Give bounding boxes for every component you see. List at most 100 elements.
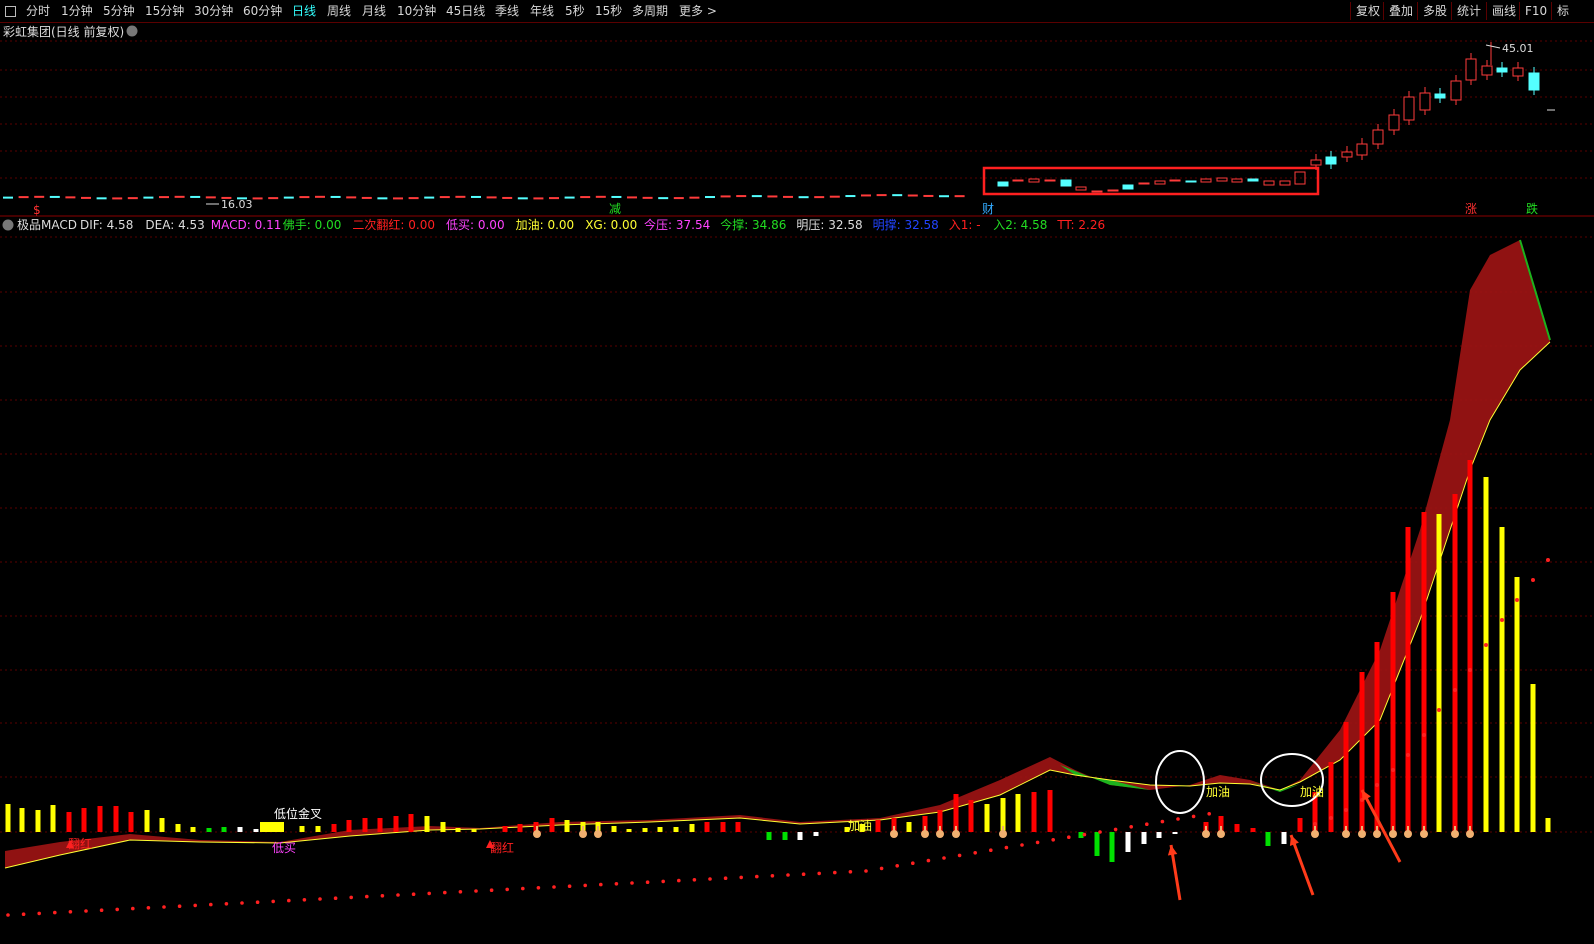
candle-10: [159, 196, 169, 199]
tt-dot-59: [926, 858, 931, 863]
indicator-value-8: 今压: 37.54: [644, 217, 710, 232]
candle-21: [330, 195, 341, 198]
signal-label-6: 加油: [1300, 785, 1324, 799]
hand-finger-1: [582, 826, 584, 832]
box-candle-4: [1060, 179, 1072, 187]
candle-37: [580, 196, 591, 199]
tail-candle-8: [1434, 93, 1446, 99]
price-marker-4: 跌: [1526, 201, 1538, 216]
macd-bar-25: [408, 814, 414, 832]
hand-finger-9: [1220, 826, 1222, 832]
tail-candle-11: [1481, 65, 1493, 76]
tt-dot-36: [567, 884, 572, 888]
title-dropdown-icon: [126, 25, 138, 37]
tt-dot-tail-12: [1500, 618, 1504, 622]
box-candle-10: [1154, 180, 1166, 185]
macd-bar-62: [1031, 792, 1037, 832]
tt-dot-tail-13: [1515, 598, 1519, 602]
indicator-name: 极品MACD: [17, 218, 77, 232]
indicator-value-11: 明撑: 32.58: [873, 217, 939, 232]
candle-40: [627, 196, 637, 199]
macd-bar-84: [1405, 527, 1411, 832]
macd-bar-54: [906, 822, 912, 832]
macd-bar-39: [642, 828, 648, 832]
box-candle-1: [1012, 179, 1024, 182]
hand-finger-0: [536, 826, 538, 832]
candle-22: [346, 196, 357, 199]
macd-bar-12: [190, 827, 196, 832]
tail-candle-0: [1310, 159, 1322, 166]
tt-dot-17: [271, 899, 276, 904]
tt-dot-57: [895, 864, 899, 868]
tt-dot-50: [786, 873, 790, 877]
candle-13: [205, 196, 216, 199]
tt-dot-66: [1035, 840, 1040, 845]
candle-0: [3, 196, 13, 199]
macd-indicator-chart: [4, 239, 1551, 917]
hand-finger-2: [597, 826, 599, 832]
candle-17: [268, 197, 279, 200]
candle-20: [315, 195, 325, 198]
tt-dot-tail-1: [1329, 816, 1333, 820]
macd-bar-6: [97, 806, 103, 832]
box-candle-2: [1028, 178, 1040, 183]
tt-dot-67: [1051, 838, 1055, 842]
low-price-label: 16.03: [221, 198, 253, 211]
price-marker-0: $: [33, 203, 41, 217]
tt-dot-11: [177, 904, 182, 908]
tt-dot-41: [645, 880, 650, 884]
macd-bar-90: [1499, 527, 1505, 832]
tt-dot-65: [1020, 843, 1024, 847]
tt-dot-21: [333, 896, 338, 900]
macd-bar-8: [128, 812, 134, 832]
candle-26: [408, 197, 419, 200]
macd-bar-63: [1047, 790, 1053, 832]
box-candle-6: [1091, 190, 1103, 193]
tt-dot-53: [833, 870, 837, 875]
tt-dot-tail-15: [1546, 558, 1550, 562]
macd-bar-3: [50, 805, 56, 832]
indicator-value-7: XG: 0.00: [585, 218, 637, 232]
macd-bar-85: [1421, 512, 1427, 832]
tt-dot-22: [349, 895, 354, 900]
macd-bar-4: [66, 812, 72, 832]
tt-dot-32: [505, 887, 510, 892]
candle-23: [361, 196, 372, 199]
macd-bar-11: [175, 824, 181, 832]
candle-58: [907, 194, 918, 197]
macd-bar-80: [1343, 722, 1349, 832]
tt-dot-1: [21, 912, 26, 916]
tt-dot-10: [162, 905, 166, 909]
macd-bar-43: [704, 822, 710, 832]
stock-chart-area[interactable]: 彩虹集团(日线 前复权) 45.01 16.03 $ 减 财 涨 跌极品MACD DIF: 4.…: [0, 0, 1594, 944]
indicator-value-10: 明压: 32.58: [796, 218, 862, 232]
tail-candle-7: [1419, 92, 1431, 111]
candle-60: [939, 195, 949, 198]
macd-bar-38: [626, 829, 632, 832]
macd-bar-18: [299, 826, 305, 832]
candle-30: [471, 195, 481, 198]
candle-47: [736, 195, 747, 198]
tt-dot-60: [942, 856, 946, 860]
tt-dot-25: [396, 893, 400, 897]
box-candle-7: [1107, 189, 1119, 192]
candle-32: [502, 196, 513, 199]
candle-27: [424, 196, 435, 199]
tt-dot-24: [380, 894, 385, 898]
candle-8: [127, 197, 138, 200]
indicator-value-0: DIF: 4.58: [80, 218, 133, 232]
tt-dot-6: [99, 908, 104, 912]
candle-48: [751, 195, 762, 198]
macd-bar-5: [81, 808, 87, 832]
candle-44: [689, 196, 700, 199]
candle-61: [954, 195, 965, 198]
macd-bar-83: [1390, 592, 1396, 832]
tt-dot-15: [240, 901, 244, 905]
candle-38: [595, 195, 606, 198]
candle-52: [814, 196, 825, 199]
tt-dot-48: [755, 874, 759, 879]
macd-bar-58: [968, 800, 974, 832]
candlestick-chart: [3, 42, 1555, 200]
tt-dot-12: [193, 903, 197, 908]
candle-35: [549, 197, 559, 200]
